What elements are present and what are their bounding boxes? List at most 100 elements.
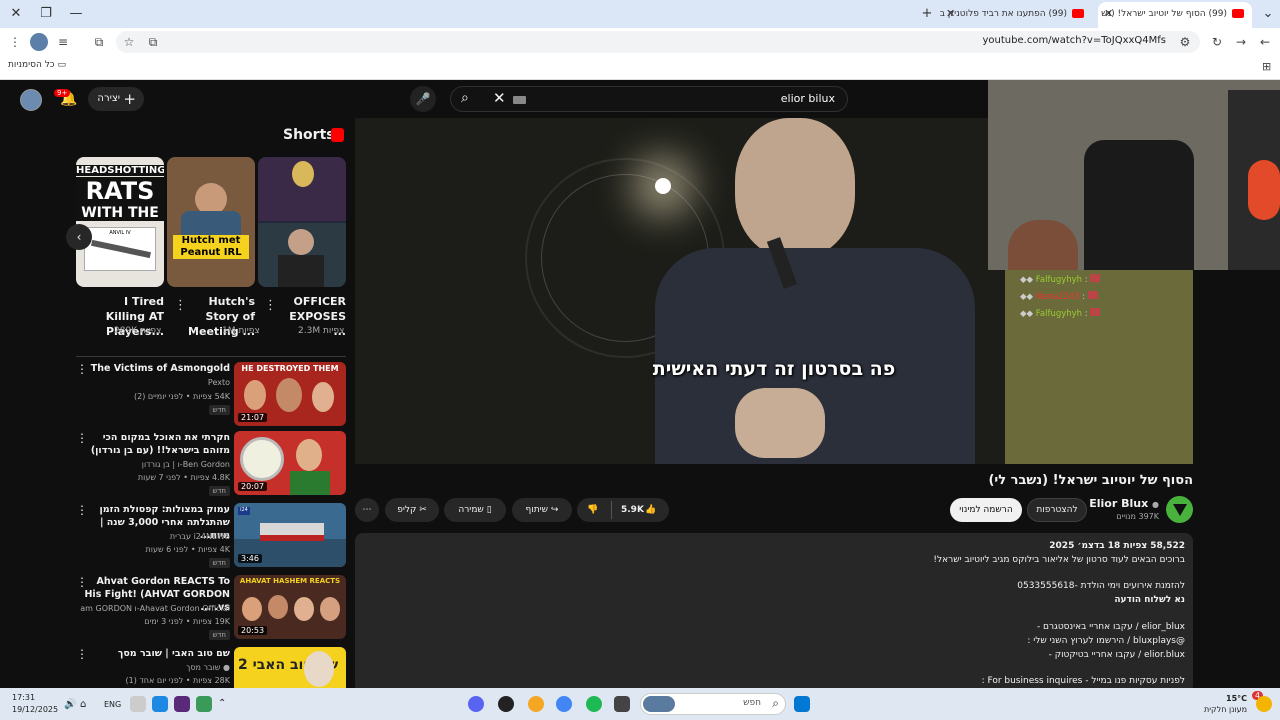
tab-inactive[interactable]: (99) הפתענו את רביד פלוטניק ב ✕ <box>940 2 1092 28</box>
all-bookmarks-folder[interactable]: כל הסימניות ▭ <box>8 60 66 70</box>
shorts-prev-icon[interactable]: ‹ <box>66 224 92 250</box>
chat-message: ◆◆ Nena2243 : <box>1020 289 1130 306</box>
mic-tray-icon[interactable] <box>130 696 146 712</box>
new-tab-button[interactable]: + <box>917 4 937 24</box>
network-icon[interactable]: ⌂ <box>80 699 86 710</box>
site-info-icon[interactable]: ⚙ <box>1176 33 1194 51</box>
url-text[interactable]: youtube.com/watch?v=ToJQxxQ4Mfs <box>983 35 1166 46</box>
language-indicator[interactable]: ENG <box>104 700 121 709</box>
keyboard-icon[interactable] <box>513 96 526 104</box>
media-control-icon[interactable]: ≡ <box>54 33 72 51</box>
taskbar-search[interactable]: חפש ⌕ <box>640 693 786 715</box>
video-description[interactable]: 58,522 צפיות 18 בדצמ׳ 2025 ברוכים הבאים … <box>355 533 1193 693</box>
search-input[interactable]: ⌕ ✕ elior bilux <box>450 86 848 112</box>
tiktok-link[interactable]: elior.blux / עקבו אחריי בטיקטוק - <box>1049 650 1185 660</box>
folder-icon: ▭ <box>57 60 66 70</box>
reload-icon[interactable]: ↻ <box>1208 33 1226 51</box>
app-icon[interactable] <box>528 696 544 712</box>
verified-icon: ● <box>1152 500 1159 509</box>
instagram-link[interactable]: elior_blux / עקבו אחריי באינסטגרם - <box>1037 622 1185 632</box>
video-thumbnail[interactable]: HE DESTROYED THEM 21:07 <box>234 362 346 426</box>
video-thumbnail[interactable]: שם טוב האבי 2 <box>234 647 346 688</box>
like-icon[interactable]: 👍 <box>645 498 656 522</box>
omnibox[interactable]: ☆ ⧉ youtube.com/watch?v=ToJQxxQ4Mfs ⚙ <box>116 31 1200 53</box>
chat-badge-icon: ◆◆ <box>1020 275 1036 285</box>
webcam-overlay <box>988 80 1280 270</box>
video-thumbnail[interactable]: AHAVAT HASHEM REACTS 20:53 <box>234 575 346 639</box>
extensions-icon[interactable]: ⧉ <box>90 33 108 51</box>
chrome-icon[interactable] <box>556 696 572 712</box>
tray-chevron-icon[interactable]: ⌃ <box>218 698 226 709</box>
video-subtitle: פה בסרטון זה דעתי האישית <box>652 358 896 380</box>
spotify-icon[interactable] <box>586 696 602 712</box>
create-button[interactable]: יצירה + <box>88 87 144 111</box>
tab-active[interactable]: (99) הסוף של יוטיוב ישראל! (נש ✕ <box>1098 2 1252 28</box>
forward-icon[interactable]: → <box>1232 33 1250 51</box>
restore-button[interactable]: ❐ <box>36 4 56 24</box>
more-actions-button[interactable]: ⋯ <box>355 498 379 522</box>
channel-link[interactable]: @bluxplays / הירשמו לערוץ השני שלי : <box>1027 636 1185 646</box>
close-tab-icon[interactable]: ✕ <box>946 2 955 26</box>
subscribe-button[interactable]: הרשמה למינוי <box>950 498 1022 522</box>
list-item[interactable]: i24 3:46 עמוק במצולות: קפסולת הזמן שהתגל… <box>76 503 346 569</box>
user-avatar[interactable] <box>20 89 42 111</box>
video-thumbnail[interactable]: i24 3:46 <box>234 503 346 567</box>
discord-icon[interactable] <box>468 696 484 712</box>
video-more-icon[interactable]: ⋮ <box>76 431 88 445</box>
subscriber-count: 397K מנויים <box>1116 512 1159 521</box>
like-count[interactable]: 5.9K <box>621 498 644 522</box>
windows-start-icon[interactable] <box>794 696 810 712</box>
obs-icon[interactable] <box>498 696 514 712</box>
dislike-icon[interactable]: 👎 <box>587 498 598 522</box>
weather-temp[interactable]: 15°C <box>1226 694 1247 703</box>
list-item[interactable]: 20:07 חקרתי את האוכל במקום הכי מזוהם ביש… <box>76 431 346 497</box>
apps-grid-icon[interactable]: ⊞ <box>1262 60 1271 73</box>
clear-search-icon[interactable]: ✕ <box>493 89 506 107</box>
list-item[interactable]: שם טוב האבי 2 שם טוב האבי | שובר מסך ● ש… <box>76 647 346 688</box>
short-thumbnail[interactable] <box>258 157 346 287</box>
list-item[interactable]: AHAVAT HASHEM REACTS 20:53 Ahvat Gordon … <box>76 575 346 641</box>
short-thumbnail[interactable]: HEADSHOTTING RATS WITH THE ANVIL IV <box>76 157 164 287</box>
menu-icon[interactable]: ⋮ <box>6 33 24 51</box>
chat-badge-icon: ◆◆ <box>1020 309 1036 319</box>
bookmark-star-icon[interactable]: ☆ <box>120 33 138 51</box>
profile-avatar-icon[interactable] <box>30 33 48 51</box>
weather-desc[interactable]: מעונן חלקית <box>1204 705 1247 714</box>
short-thumbnail[interactable]: Hutch met Peanut IRL <box>167 157 255 287</box>
onenote-icon[interactable] <box>174 696 190 712</box>
share-button[interactable]: שיתוף ↪ <box>512 498 572 522</box>
volume-icon[interactable]: 🔊 <box>64 699 76 710</box>
video-more-icon[interactable]: ⋮ <box>76 362 88 376</box>
channel-name[interactable]: Elior Blux ● <box>1089 497 1159 510</box>
voice-search-icon[interactable]: 🎤 <box>410 86 436 112</box>
minimize-button[interactable]: ✕ <box>6 4 26 24</box>
tab-search-icon[interactable]: ⌄ <box>1258 4 1278 24</box>
chat-message: ◆◆ Falfugyhyh : <box>1020 272 1130 289</box>
sync-icon[interactable] <box>196 696 212 712</box>
install-app-icon[interactable]: ⧉ <box>144 33 162 51</box>
minimize-button-2[interactable]: — <box>66 4 86 24</box>
plus-icon: + <box>123 90 136 108</box>
file-explorer-icon[interactable] <box>614 696 630 712</box>
short-views: 2.3M צפיות <box>298 326 345 336</box>
video-more-icon[interactable]: ⋮ <box>76 647 88 661</box>
clip-button[interactable]: קליפ ✂ <box>385 498 439 522</box>
tray-app-icon[interactable] <box>152 696 168 712</box>
weather-icon[interactable] <box>1256 696 1272 712</box>
search-icon[interactable]: ⌕ <box>461 90 469 106</box>
back-icon[interactable]: ← <box>1256 33 1274 51</box>
list-item[interactable]: HE DESTROYED THEM 21:07 The Victims of A… <box>76 362 346 428</box>
clock-date[interactable]: 19/12/2025 <box>12 705 58 714</box>
channel-avatar[interactable] <box>1166 496 1193 523</box>
clock-time[interactable]: 17:31 <box>12 693 35 702</box>
shorts-heading: Shorts <box>283 127 335 143</box>
close-tab-icon[interactable]: ✕ <box>1104 2 1113 26</box>
video-more-icon[interactable]: ⋮ <box>76 575 88 589</box>
video-thumbnail[interactable]: 20:07 <box>234 431 346 495</box>
save-button[interactable]: שמירה ▯ <box>444 498 506 522</box>
join-button[interactable]: להצטרפות <box>1027 498 1087 522</box>
stream-chat: ◆◆ Falfugyhyh : ◆◆ Nena2243 : ◆◆ Falfugy… <box>1020 272 1130 323</box>
search-highlight-icon <box>643 696 675 712</box>
address-bar-row: ⋮ ≡ ⧉ ☆ ⧉ youtube.com/watch?v=ToJQxxQ4Mf… <box>0 28 1280 56</box>
video-more-icon[interactable]: ⋮ <box>76 503 88 517</box>
